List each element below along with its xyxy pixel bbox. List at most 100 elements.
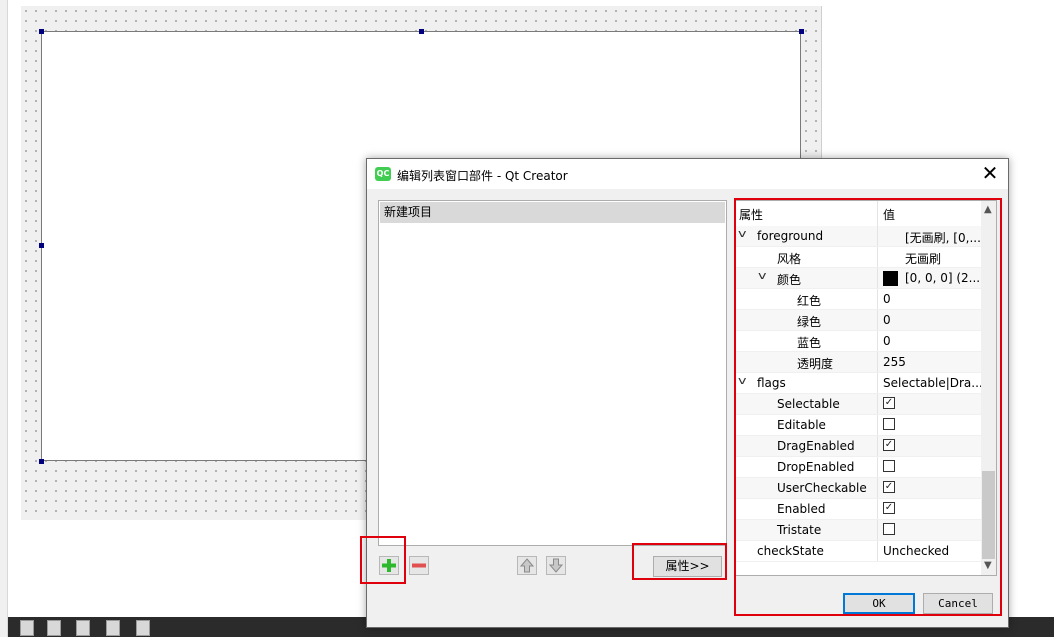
column-divider [877, 394, 878, 414]
property-row-green[interactable]: 绿色 0 [736, 310, 981, 331]
column-divider [877, 457, 878, 477]
property-row-foreground[interactable]: v foreground [无画刷, [0,... [736, 226, 981, 247]
header-property: 属性 [739, 208, 764, 222]
property-name: 透明度 [797, 357, 834, 371]
item-list[interactable]: 新建项目 [378, 200, 727, 546]
property-row-usercheckable[interactable]: UserCheckable ✓ [736, 478, 981, 499]
column-divider [877, 352, 878, 372]
column-divider [877, 520, 878, 540]
scroll-up-icon[interactable]: ▲ [984, 204, 992, 215]
chevron-down-icon[interactable]: v [738, 374, 746, 387]
property-row-style[interactable]: 风格 无画刷 [736, 247, 981, 268]
folder-icon[interactable] [76, 620, 90, 636]
property-value[interactable]: 255 [883, 355, 906, 369]
column-divider [877, 268, 878, 288]
property-row-enabled[interactable]: Enabled ✓ [736, 499, 981, 520]
property-name: 风格 [777, 252, 802, 266]
property-name: Tristate [777, 523, 822, 537]
property-value: [无画刷, [0,... [905, 231, 981, 245]
column-divider [877, 541, 878, 561]
arrow-down-icon [548, 558, 564, 573]
arrow-up-icon [519, 558, 535, 573]
property-name: Selectable [777, 397, 840, 411]
edit-file-icon[interactable] [106, 620, 120, 636]
checkbox-checked[interactable]: ✓ [883, 502, 895, 514]
property-name: 红色 [797, 294, 822, 308]
column-divider [877, 289, 878, 309]
resize-handle-top-left[interactable] [39, 29, 44, 34]
header-value: 值 [883, 208, 896, 222]
column-divider [877, 201, 878, 226]
property-row-color[interactable]: v 颜色 [0, 0, 0] (2... [736, 268, 981, 289]
property-row-blue[interactable]: 蓝色 0 [736, 331, 981, 352]
resize-handle-top-right[interactable] [799, 29, 804, 34]
property-row-checkstate[interactable]: checkState Unchecked [736, 541, 981, 562]
new-file-icon[interactable] [20, 620, 34, 636]
column-divider [877, 247, 878, 267]
dialog-titlebar[interactable]: QC 编辑列表窗口部件 - Qt Creator ✕ [367, 159, 1008, 189]
color-swatch[interactable] [883, 271, 898, 286]
property-name: 绿色 [797, 315, 822, 329]
resize-handle-left[interactable] [39, 243, 44, 248]
plus-icon [382, 559, 396, 572]
property-row-editable[interactable]: Editable [736, 415, 981, 436]
property-name: foreground [757, 229, 824, 243]
property-value: Selectable|Dra... [883, 376, 983, 390]
column-divider [877, 415, 878, 435]
properties-toggle-button[interactable]: 属性>> [653, 556, 722, 577]
scroll-thumb[interactable] [982, 471, 995, 559]
resize-handle-top[interactable] [419, 29, 424, 34]
add-item-button[interactable] [379, 556, 399, 575]
property-row-tristate[interactable]: Tristate [736, 520, 981, 541]
close-button[interactable]: ✕ [977, 162, 1003, 186]
property-value[interactable]: 0 [883, 334, 891, 348]
column-divider [877, 436, 878, 456]
checkbox-unchecked[interactable] [883, 418, 895, 430]
checkbox-checked[interactable]: ✓ [883, 397, 895, 409]
checkbox-unchecked[interactable] [883, 460, 895, 472]
resize-handle-bottom-left[interactable] [39, 459, 44, 464]
property-value[interactable]: Unchecked [883, 544, 949, 558]
column-divider [877, 226, 878, 246]
scroll-down-icon[interactable]: ▼ [984, 560, 992, 571]
chevron-down-icon[interactable]: v [738, 227, 746, 240]
property-name: flags [757, 376, 786, 390]
cancel-button[interactable]: Cancel [923, 593, 993, 614]
property-row-dropenabled[interactable]: DropEnabled [736, 457, 981, 478]
property-header: 属性 值 [736, 201, 981, 227]
checkbox-checked[interactable]: ✓ [883, 481, 895, 493]
property-row-dragenabled[interactable]: DragEnabled ✓ [736, 436, 981, 457]
minus-icon [412, 563, 426, 568]
column-divider [877, 373, 878, 393]
move-up-button[interactable] [517, 556, 537, 575]
remove-item-button[interactable] [409, 556, 429, 575]
property-value[interactable]: 无画刷 [905, 250, 941, 267]
property-name: DragEnabled [777, 439, 855, 453]
property-name: 颜色 [777, 273, 802, 287]
property-row-flags[interactable]: v flags Selectable|Dra... [736, 373, 983, 394]
move-down-button[interactable] [546, 556, 566, 575]
qt-creator-app-icon: QC [375, 167, 391, 181]
ok-button[interactable]: OK [843, 593, 915, 614]
column-divider [877, 499, 878, 519]
chevron-down-icon[interactable]: v [758, 269, 766, 282]
vertical-scrollbar[interactable]: ▲ ▼ [981, 201, 996, 575]
property-editor[interactable]: 属性 值 v foreground [无画刷, [0,... 风格 无画刷 v … [735, 200, 997, 576]
column-divider [877, 478, 878, 498]
copy-icon[interactable] [47, 620, 61, 636]
property-value[interactable]: 0 [883, 292, 891, 306]
checkbox-unchecked[interactable] [883, 523, 895, 535]
property-row-selectable[interactable]: Selectable ✓ [736, 394, 981, 415]
property-row-alpha[interactable]: 透明度 255 [736, 352, 981, 373]
dialog-title: 编辑列表窗口部件 - Qt Creator [397, 169, 568, 183]
property-name: Editable [777, 418, 826, 432]
list-item[interactable]: 新建项目 [380, 202, 725, 223]
column-divider [877, 331, 878, 351]
wrench-icon[interactable] [136, 620, 150, 636]
property-name: DropEnabled [777, 460, 855, 474]
property-row-red[interactable]: 红色 0 [736, 289, 981, 310]
left-margin [8, 0, 21, 637]
checkbox-checked[interactable]: ✓ [883, 439, 895, 451]
property-value: [0, 0, 0] (2... [905, 271, 981, 285]
property-value[interactable]: 0 [883, 313, 891, 327]
